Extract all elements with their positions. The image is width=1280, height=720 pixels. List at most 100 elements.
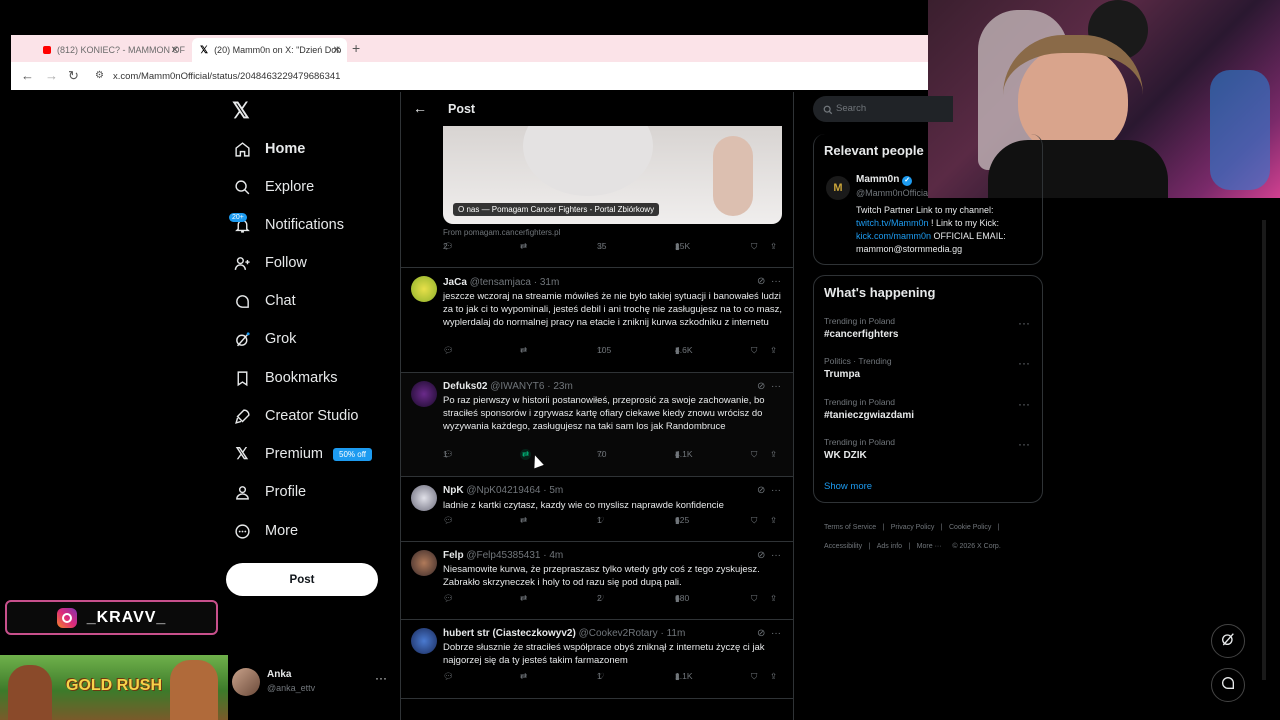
like-count: 105 xyxy=(597,345,612,355)
bio-link[interactable]: twitch.tv/Mamm0n xyxy=(856,218,929,228)
author-name[interactable]: Defuks02 xyxy=(443,381,487,392)
browser-tab-x[interactable]: 𝕏 (20) Mamm0n on X: "Dzień Dob ✕ xyxy=(192,38,347,62)
search-box[interactable]: Search xyxy=(813,96,953,122)
more-dots-icon[interactable]: ··· xyxy=(771,276,781,287)
sidebar-item-grok[interactable]: Grok xyxy=(233,327,296,351)
author-name[interactable]: hubert str (Ciasteczkowyv2) xyxy=(443,628,576,639)
trend-item[interactable]: Trending in Poland #cancerfighters xyxy=(824,316,898,340)
scrollbar[interactable] xyxy=(1262,220,1266,680)
sidebar-item-creator-studio[interactable]: Creator Studio xyxy=(233,404,359,428)
more-dots-icon[interactable]: ··· xyxy=(771,550,781,561)
footer-link[interactable]: Privacy Policy xyxy=(891,524,935,531)
reply-tweet[interactable]: NpK @NpK04219464 · 5m ⊘ ··· ladnie z kar… xyxy=(401,477,793,541)
avatar[interactable]: M xyxy=(826,176,850,200)
search-input[interactable]: Search xyxy=(836,103,866,114)
bio-link[interactable]: kick.com/mamm0n xyxy=(856,231,931,241)
sidebar-item-bookmarks[interactable]: Bookmarks xyxy=(233,366,338,390)
sidebar-item-premium[interactable]: 𝕏 Premium 50% off xyxy=(233,442,372,466)
reply-tweet[interactable]: JaCa @tensamjaca · 31m ⊘ ··· jeszcze wcz… xyxy=(401,268,793,372)
sidebar-item-home[interactable]: Home xyxy=(233,137,305,161)
close-icon[interactable]: ✕ xyxy=(333,45,341,56)
sidebar-item-chat[interactable]: Chat xyxy=(233,289,296,313)
grok-icon[interactable]: ⊘ xyxy=(757,628,765,639)
reply-tweet[interactable]: hubert str (Ciasteczkowyv2) @Cookev2Rota… xyxy=(401,620,793,698)
author-name[interactable]: NpK xyxy=(443,485,464,496)
author-name[interactable]: Felp xyxy=(443,550,464,561)
sidebar-item-profile[interactable]: Profile xyxy=(233,480,306,504)
person-name-row[interactable]: Mamm0n ✓ xyxy=(856,174,913,186)
sidebar-item-more[interactable]: More xyxy=(233,519,298,543)
footer-link[interactable]: Ads info xyxy=(877,543,902,550)
reply-tweet[interactable]: Defuks02 @IWANYT6 · 23m ⊘ ··· Po raz pie… xyxy=(401,373,793,476)
bio-text: mammon@stormmedia.gg xyxy=(856,244,963,254)
profile-icon xyxy=(233,483,251,501)
author-handle[interactable]: @Cookev2Rotary xyxy=(579,628,658,639)
grok-icon[interactable]: ⊘ xyxy=(757,276,765,287)
timestamp[interactable]: · 4m xyxy=(543,550,563,561)
timestamp[interactable]: · 5m xyxy=(543,485,563,496)
footer-link[interactable]: Terms of Service xyxy=(824,524,876,531)
bookmark-icon: ⛉ xyxy=(751,240,758,251)
footer-link[interactable]: Accessibility xyxy=(824,543,862,550)
more-dots-icon[interactable]: ··· xyxy=(771,381,781,392)
site-info-icon[interactable]: ⚙ xyxy=(95,70,104,81)
account-switcher[interactable]: Anka @anka_ettv ··· xyxy=(232,663,392,699)
reply-icon: 💬︎ xyxy=(443,514,454,525)
sidebar-item-notifications[interactable]: Notifications xyxy=(233,213,344,237)
more-dots-icon[interactable]: ··· xyxy=(1018,316,1030,330)
tweet-menu[interactable]: ⊘ ··· xyxy=(757,628,781,639)
post-button[interactable]: Post xyxy=(226,563,378,596)
footer-link[interactable]: Cookie Policy xyxy=(949,524,991,531)
tweet-menu[interactable]: ⊘ ··· xyxy=(757,381,781,392)
show-more-link[interactable]: Show more xyxy=(824,481,872,492)
link-card-source[interactable]: From pomagam.cancerfighters.pl xyxy=(443,228,560,237)
more-dots-icon[interactable]: ··· xyxy=(771,628,781,639)
back-arrow-icon[interactable]: ← xyxy=(21,68,34,83)
new-tab-icon[interactable]: + xyxy=(352,40,360,56)
tweet-menu[interactable]: ⊘ ··· xyxy=(757,276,781,287)
tweet-menu[interactable]: ⊘ ··· xyxy=(757,485,781,496)
trend-item[interactable]: Politics · Trending Trumpa xyxy=(824,356,892,380)
more-dots-icon[interactable]: ··· xyxy=(375,671,387,685)
footer-link[interactable]: More ··· xyxy=(917,543,942,550)
grok-icon[interactable]: ⊘ xyxy=(757,485,765,496)
sidebar-item-follow[interactable]: Follow xyxy=(233,251,307,275)
forward-arrow-icon[interactable]: → xyxy=(45,68,58,83)
link-card[interactable]: O nas — Pomagam Cancer Fighters - Portal… xyxy=(443,126,782,224)
author-handle[interactable]: @IWANYT6 xyxy=(490,381,544,392)
timestamp[interactable]: · 31m xyxy=(534,277,560,288)
close-icon[interactable]: ✕ xyxy=(171,45,179,56)
chat-float-button[interactable] xyxy=(1211,668,1245,702)
grok-icon[interactable]: ⊘ xyxy=(757,381,765,392)
back-arrow-icon[interactable]: ← xyxy=(413,100,427,116)
reply-tweet[interactable]: Felp @Felp45385431 · 4m ⊘ ··· Niesamowit… xyxy=(401,542,793,619)
author-handle[interactable]: @tensamjaca xyxy=(470,277,531,288)
avatar xyxy=(411,276,437,302)
browser-tab-youtube[interactable]: (812) KONIEC? - MAMMON OF ✕ xyxy=(35,38,185,62)
more-dots-icon[interactable]: ··· xyxy=(1018,397,1030,411)
view-count: 1.1K xyxy=(675,671,693,681)
grok-icon[interactable]: ⊘ xyxy=(757,550,765,561)
x-logo-icon[interactable]: 𝕏 xyxy=(232,98,250,124)
author-name[interactable]: JaCa xyxy=(443,277,467,288)
more-dots-icon[interactable]: ··· xyxy=(1018,356,1030,370)
sidebar-item-label: Premium xyxy=(265,446,324,462)
grok-icon xyxy=(1220,631,1236,652)
grok-float-button[interactable] xyxy=(1211,624,1245,658)
more-dots-icon[interactable]: ··· xyxy=(1018,437,1030,451)
trend-item[interactable]: Trending in Poland WK DZIK xyxy=(824,437,895,461)
tweet-text: ladnie z kartki czytasz, kazdy wie co my… xyxy=(443,500,724,511)
trend-item[interactable]: Trending in Poland #tanieczgwiazdami xyxy=(824,397,914,421)
more-dots-icon[interactable]: ··· xyxy=(771,485,781,496)
sidebar-item-explore[interactable]: Explore xyxy=(233,175,314,199)
tweet-menu[interactable]: ⊘ ··· xyxy=(757,550,781,561)
bookmark-icon: ⛉ xyxy=(751,448,758,459)
author-handle[interactable]: @NpK04219464 xyxy=(466,485,540,496)
url-field[interactable]: x.com/Mamm0nOfficial/status/204846322947… xyxy=(113,71,340,82)
timestamp[interactable]: · 23m xyxy=(547,381,573,392)
premium-discount-badge: 50% off xyxy=(333,447,372,461)
author-handle[interactable]: @Felp45385431 xyxy=(466,550,540,561)
timestamp[interactable]: · 11m xyxy=(660,628,685,639)
sidebar-item-label: Notifications xyxy=(265,217,344,233)
reload-icon[interactable]: ↻ xyxy=(68,68,79,84)
